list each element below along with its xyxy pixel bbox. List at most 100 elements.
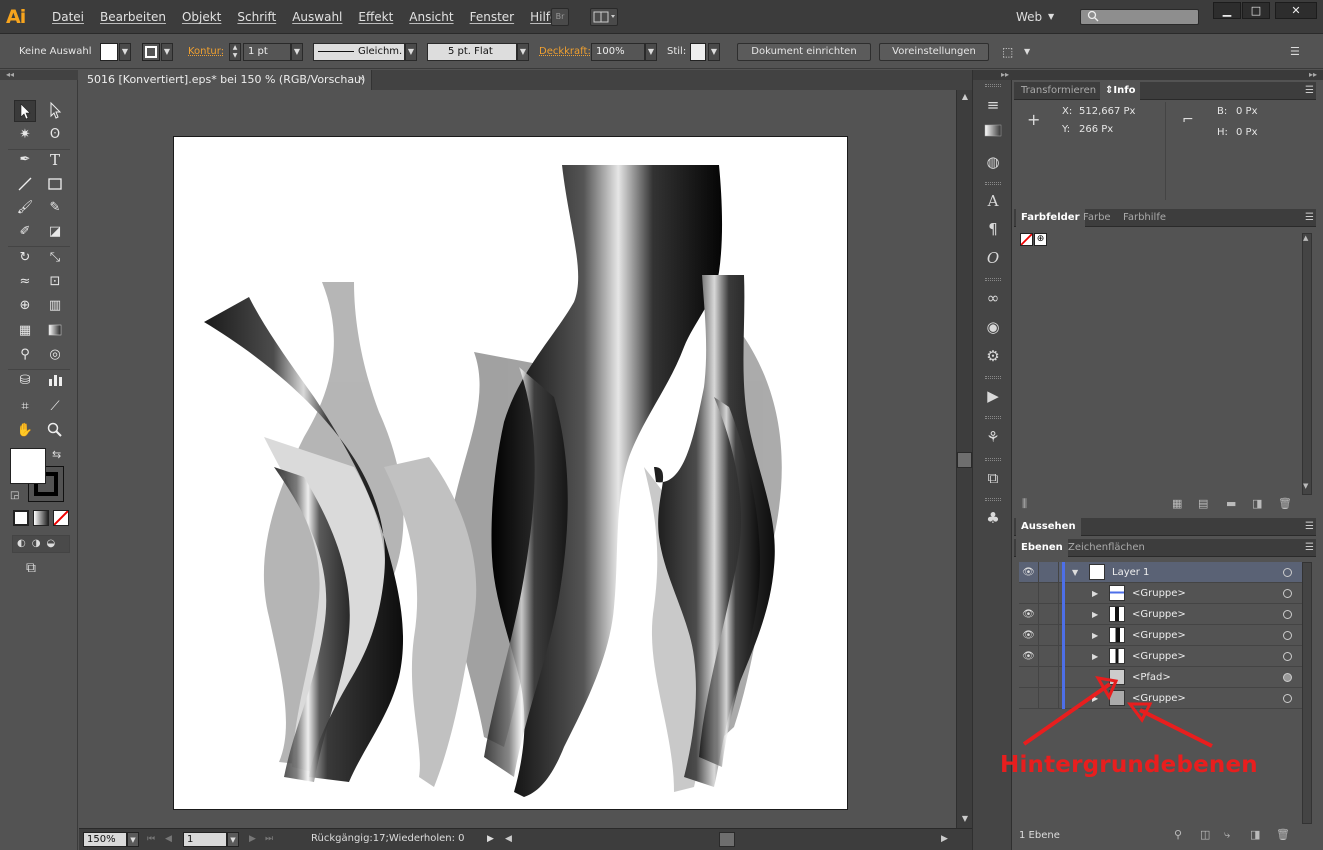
lock-toggle[interactable] [1039,583,1059,604]
transparency-panel-icon[interactable]: ◍ [981,151,1005,173]
delete-layer-icon[interactable]: 🗑 [1276,828,1290,841]
target-icon[interactable] [1283,652,1292,661]
symbol-sprayer-tool-icon[interactable]: ⛁ [14,370,36,392]
direct-selection-tool-icon[interactable] [44,100,66,122]
eye-icon[interactable]: 👁 [1019,562,1039,583]
chevron-down-icon[interactable]: ▼ [1048,0,1054,34]
layer-name[interactable]: <Gruppe> [1132,625,1186,646]
control-panel-menu-icon[interactable]: ☰ [1290,43,1310,61]
opacity-label[interactable]: Deckkraft: [539,43,591,61]
pencil-tool-icon[interactable]: ✎ [44,197,66,219]
eye-icon[interactable]: 👁 [1019,604,1039,625]
tab-info[interactable]: ⇕Info [1100,82,1141,100]
selection-tool-icon[interactable] [14,100,36,122]
menu-fenster[interactable]: Fenster [462,0,523,34]
swatches-scrollbar[interactable]: ▲ ▼ [1302,233,1312,495]
target-icon[interactable] [1283,694,1292,703]
layer-row[interactable]: 👁 ▼ Layer 1 [1019,562,1312,583]
paragraph-panel-icon[interactable]: ¶ [981,218,1005,240]
panels-collapse-icon[interactable]: ▸▸ [1012,70,1323,80]
stroke-profile-select[interactable]: Gleichm. [313,43,405,61]
artboard[interactable] [173,136,848,810]
style-swatch[interactable] [690,43,706,61]
help-search-input[interactable] [1080,9,1199,25]
chevron-down-icon[interactable]: ▼ [1024,43,1034,61]
layer-name[interactable]: <Gruppe> [1132,604,1186,625]
tab-aussehen[interactable]: Aussehen [1016,518,1081,536]
width-tool-icon[interactable]: ≈ [14,271,36,293]
slice-tool-icon[interactable]: ⟋ [44,396,66,418]
opacity-field[interactable]: 100% [591,43,645,61]
scroll-thumb[interactable] [957,452,972,468]
target-icon[interactable] [1283,610,1292,619]
menu-ansicht[interactable]: Ansicht [401,0,461,34]
line-tool-icon[interactable] [14,174,36,196]
menu-bearbeiten[interactable]: Bearbeiten [92,0,174,34]
new-layer-icon[interactable]: ◨ [1250,828,1260,841]
scroll-right-icon[interactable]: ▶ [941,832,948,847]
lock-toggle[interactable] [1039,625,1059,646]
rectangle-tool-icon[interactable] [44,174,66,196]
stroke-weight-field[interactable]: 1 pt [243,43,291,61]
tab-farbe[interactable]: Farbe [1078,209,1116,227]
stroke-label[interactable]: Kontur: [188,43,224,61]
zoom-tool-icon[interactable] [44,420,66,442]
layers-scrollbar[interactable] [1302,562,1312,824]
zoom-dropdown[interactable]: ▼ [127,832,139,847]
stroke-dropdown[interactable]: ▼ [161,43,173,61]
lasso-tool-icon[interactable]: ʘ [44,124,66,146]
type-tool-icon[interactable]: T [44,149,66,171]
chevron-right-icon[interactable]: ▶ [1092,625,1102,646]
swap-colors-icon[interactable]: ⇆ [52,448,61,461]
new-sublayer-icon[interactable]: ⤷ [1224,828,1230,842]
tab-ebenen[interactable]: Ebenen [1016,539,1068,557]
artboard-number-field[interactable]: 1 [183,832,227,847]
chevron-right-icon[interactable]: ▶ [1092,604,1102,625]
menu-objekt[interactable]: Objekt [174,0,229,34]
lock-toggle[interactable] [1039,646,1059,667]
document-setup-button[interactable]: Dokument einrichten [737,43,871,61]
maximize-button[interactable]: □ [1242,2,1270,19]
target-icon[interactable] [1283,568,1292,577]
chevron-right-icon[interactable]: ▶ [1092,646,1102,667]
locate-object-icon[interactable]: ⚲ [1174,828,1182,841]
eraser-tool-icon[interactable]: ◪ [44,221,66,243]
first-artboard-icon[interactable]: ⏮ [147,832,155,847]
free-transform-tool-icon[interactable]: ⊡ [44,271,66,293]
rotate-tool-icon[interactable]: ↻ [14,247,36,269]
image-trace-panel-icon[interactable]: ◉ [981,316,1005,338]
new-color-group-icon[interactable]: ▬ [1226,497,1236,510]
layer-name[interactable]: Layer 1 [1112,562,1149,583]
fill-dropdown[interactable]: ▼ [119,43,131,61]
stroke-weight-dropdown[interactable]: ▼ [291,43,303,61]
column-graph-tool-icon[interactable] [44,370,66,392]
swatch-options-icon[interactable]: ▤ [1198,497,1208,510]
target-icon[interactable] [1283,631,1292,640]
gradient-mode-icon[interactable] [33,510,49,526]
canvas-area[interactable] [79,90,956,828]
menu-auswahl[interactable]: Auswahl [284,0,350,34]
layer-name[interactable]: <Gruppe> [1132,583,1186,604]
fill-color-box-front[interactable] [10,448,46,484]
character-panel-icon[interactable]: A [981,190,1005,212]
stroke-profile-dropdown[interactable]: ▼ [405,43,417,61]
chevron-right-icon[interactable]: ▶ [1092,583,1102,604]
lock-toggle[interactable] [1039,604,1059,625]
arrange-documents-button[interactable] [590,8,618,26]
next-artboard-icon[interactable]: ▶ [249,832,256,847]
lock-toggle[interactable] [1039,562,1059,583]
panel-menu-icon[interactable]: ☰ [1305,82,1314,100]
new-swatch-icon[interactable]: ◨ [1252,497,1262,510]
pen-tool-icon[interactable]: ✒ [14,149,36,171]
fill-color-swatch[interactable] [100,43,118,61]
eye-icon[interactable]: 👁 [1019,625,1039,646]
panel-menu-icon[interactable]: ☰ [1305,539,1314,557]
scroll-up-icon[interactable]: ▲ [957,90,973,104]
preferences-button[interactable]: Voreinstellungen [879,43,989,61]
symbols-panel-icon[interactable]: ♣ [981,507,1005,529]
blob-brush-tool-icon[interactable]: ✐ [14,221,36,243]
scroll-down-icon[interactable]: ▼ [1303,482,1308,490]
layer-row[interactable]: ▶ <Gruppe> [1019,583,1312,604]
mesh-tool-icon[interactable]: ▦ [14,320,36,342]
hand-tool-icon[interactable]: ✋ [14,420,36,442]
